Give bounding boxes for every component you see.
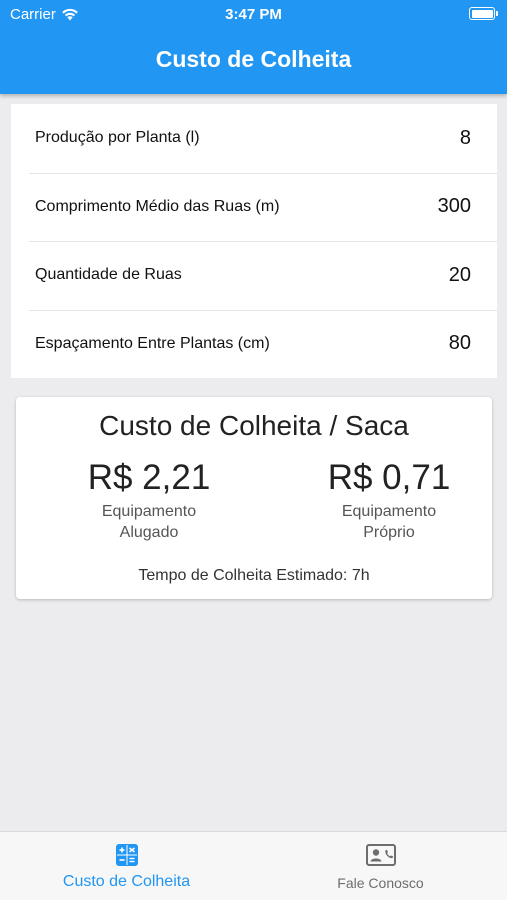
- contact-card-icon: [365, 844, 396, 866]
- form-row-production[interactable]: Produção por Planta (l) 8: [11, 104, 497, 173]
- form-row-row-count[interactable]: Quantidade de Ruas 20: [11, 241, 497, 310]
- plant-spacing-input[interactable]: 80: [449, 332, 471, 355]
- app-header: Carrier 3:47 PM Custo de Colheita: [0, 0, 507, 94]
- row-count-label: Quantidade de Ruas: [35, 266, 182, 284]
- form-row-row-length[interactable]: Comprimento Médio das Ruas (m) 300: [11, 172, 497, 242]
- rented-cost-block: R$ 2,21 Equipamento Alugado: [49, 457, 249, 543]
- production-label: Produção por Planta (l): [35, 129, 200, 147]
- status-bar: Carrier 3:47 PM: [0, 0, 507, 30]
- tab-bar: Custo de Colheita Fale Conosco: [0, 831, 507, 900]
- result-title: Custo de Colheita / Saca: [99, 410, 409, 441]
- harvest-time-estimate: Tempo de Colheita Estimado: 7h: [138, 567, 370, 584]
- owned-price: R$ 0,71: [327, 458, 451, 497]
- tab-label: Fale Conosco: [337, 875, 424, 891]
- row-count-input[interactable]: 20: [449, 264, 471, 287]
- rented-price: R$ 2,21: [87, 458, 211, 497]
- row-length-label: Comprimento Médio das Ruas (m): [35, 197, 280, 215]
- page-title: Custo de Colheita: [155, 46, 352, 72]
- plant-spacing-label: Espaçamento Entre Plantas (cm): [35, 334, 270, 352]
- form-row-plant-spacing[interactable]: Espaçamento Entre Plantas (cm) 80: [11, 309, 497, 379]
- owned-caption-line2: Próprio: [363, 524, 415, 541]
- calculator-icon: [115, 844, 138, 866]
- tab-fale-conosco[interactable]: Fale Conosco: [254, 832, 507, 900]
- row-length-input[interactable]: 300: [438, 195, 471, 218]
- owned-cost-block: R$ 0,71 Equipamento Próprio: [289, 457, 489, 543]
- result-card: Custo de Colheita / Saca R$ 2,21 Equipam…: [16, 397, 492, 599]
- input-form: Produção por Planta (l) 8 Comprimento Mé…: [11, 104, 497, 378]
- owned-caption-line1: Equipamento: [341, 503, 437, 520]
- battery-icon: [469, 7, 498, 20]
- rented-caption-line2: Alugado: [119, 524, 179, 541]
- rented-caption-line1: Equipamento: [101, 503, 197, 520]
- tab-custo-de-colheita[interactable]: Custo de Colheita: [0, 832, 253, 900]
- status-time: 3:47 PM: [225, 6, 282, 23]
- tab-label: Custo de Colheita: [62, 873, 191, 890]
- production-input[interactable]: 8: [460, 127, 471, 150]
